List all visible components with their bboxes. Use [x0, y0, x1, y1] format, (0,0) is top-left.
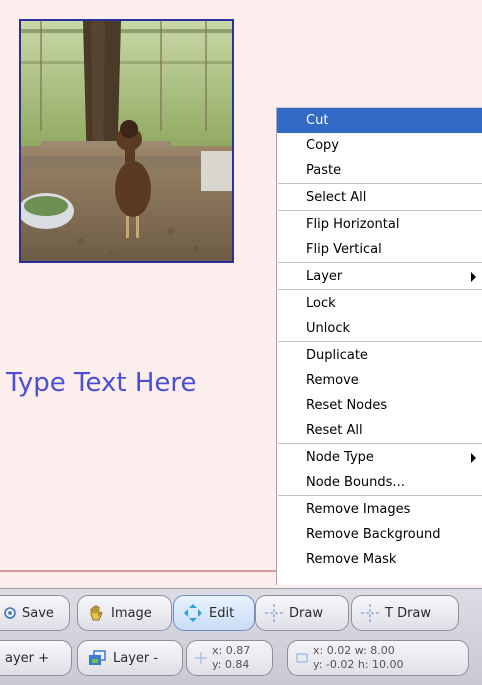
menu-item-label: Unlock — [306, 321, 350, 336]
menu-item-lock[interactable]: Lock — [277, 291, 482, 316]
menu-item-remove-background[interactable]: Remove Background — [277, 522, 482, 547]
cursor-x-value: x: 0.87 — [212, 644, 251, 657]
menu-item-label: Layer — [306, 269, 343, 284]
menu-item-reset-nodes[interactable]: Reset Nodes — [277, 393, 482, 418]
menu-item-flip-horizontal[interactable]: Flip Horizontal — [277, 212, 482, 237]
draw-button-label: Draw — [289, 605, 323, 621]
menu-item-label: Lock — [306, 296, 336, 311]
menu-item-label: Copy — [306, 138, 339, 153]
menu-item-remove[interactable]: Remove — [277, 368, 482, 393]
layer-add-button[interactable]: ayer + — [0, 640, 72, 676]
canvas-text-object[interactable]: Type Text Here — [6, 368, 197, 398]
save-icon — [4, 607, 16, 619]
menu-item-reset-all[interactable]: Reset All — [277, 418, 482, 443]
crosshair-icon — [265, 604, 283, 622]
edit-button[interactable]: Edit — [173, 595, 255, 631]
crosshair-icon — [195, 652, 207, 664]
save-button[interactable]: Save — [0, 595, 70, 631]
menu-item-remove-images[interactable]: Remove Images — [277, 497, 482, 522]
menu-item-remove-mask[interactable]: Remove Mask — [277, 547, 482, 572]
menu-item-label: Node Type — [306, 450, 374, 465]
bounds-x-w-value: x: 0.02 w: 8.00 — [313, 644, 395, 657]
menu-item-flip-vertical[interactable]: Flip Vertical — [277, 237, 482, 262]
selection-bounds-readout: x: 0.02 w: 8.00 y: -0.02 h: 10.00 — [287, 640, 469, 676]
menu-item-label: Reset All — [306, 423, 363, 438]
menu-item-node-bounds[interactable]: Node Bounds... — [277, 470, 482, 495]
menu-item-duplicate[interactable]: Duplicate — [277, 343, 482, 368]
move-arrows-icon — [184, 604, 202, 622]
menu-item-label: Flip Horizontal — [306, 217, 400, 232]
layer-remove-button[interactable]: Layer - — [77, 640, 183, 676]
context-menu[interactable]: Cut Copy Paste Select All Flip Horizonta… — [276, 107, 482, 585]
image-button-label: Image — [111, 605, 152, 621]
cursor-position-readout: x: 0.87 y: 0.84 — [186, 640, 273, 676]
menu-item-paste[interactable]: Paste — [277, 158, 482, 183]
menu-item-node-type[interactable]: Node Type — [277, 445, 482, 470]
menu-item-label: Remove Mask — [306, 552, 397, 567]
menu-item-label: Paste — [306, 163, 342, 178]
bounds-y-h-value: y: -0.02 h: 10.00 — [313, 658, 404, 671]
submenu-arrow-icon — [471, 453, 476, 463]
layer-add-button-label: ayer + — [5, 650, 50, 666]
menu-item-select-all[interactable]: Select All — [277, 185, 482, 210]
save-button-label: Save — [22, 605, 54, 621]
chicken-photo — [21, 21, 232, 261]
menu-item-label: Remove Images — [306, 502, 411, 517]
submenu-arrow-icon — [471, 272, 476, 282]
menu-item-label: Select All — [306, 190, 367, 205]
menu-item-label: Cut — [306, 113, 329, 128]
menu-item-label: Duplicate — [306, 348, 368, 363]
menu-item-label: Node Bounds... — [306, 475, 405, 490]
layer-remove-button-label: Layer - — [113, 650, 159, 666]
bounds-rect-icon — [296, 653, 308, 663]
menu-item-cut[interactable]: Cut — [277, 108, 482, 133]
hand-icon — [90, 605, 103, 621]
layer-icon — [89, 650, 106, 665]
menu-item-copy[interactable]: Copy — [277, 133, 482, 158]
bottom-toolbar: Save Image Edit Draw T Draw ayer + Layer… — [0, 588, 482, 685]
text-draw-button[interactable]: T Draw — [351, 595, 459, 631]
canvas-photo-image[interactable] — [19, 19, 234, 263]
menu-item-layer[interactable]: Layer — [277, 264, 482, 289]
menu-item-label: Remove — [306, 373, 359, 388]
menu-item-label: Flip Vertical — [306, 242, 382, 257]
cursor-y-value: y: 0.84 — [212, 658, 250, 671]
menu-item-unlock[interactable]: Unlock — [277, 316, 482, 341]
draw-button[interactable]: Draw — [255, 595, 349, 631]
edit-button-label: Edit — [209, 605, 235, 621]
text-draw-button-label: T Draw — [385, 605, 432, 621]
menu-item-label: Reset Nodes — [306, 398, 388, 413]
text-crosshair-icon — [361, 604, 379, 622]
image-button[interactable]: Image — [77, 595, 172, 631]
menu-item-label: Remove Background — [306, 527, 441, 542]
